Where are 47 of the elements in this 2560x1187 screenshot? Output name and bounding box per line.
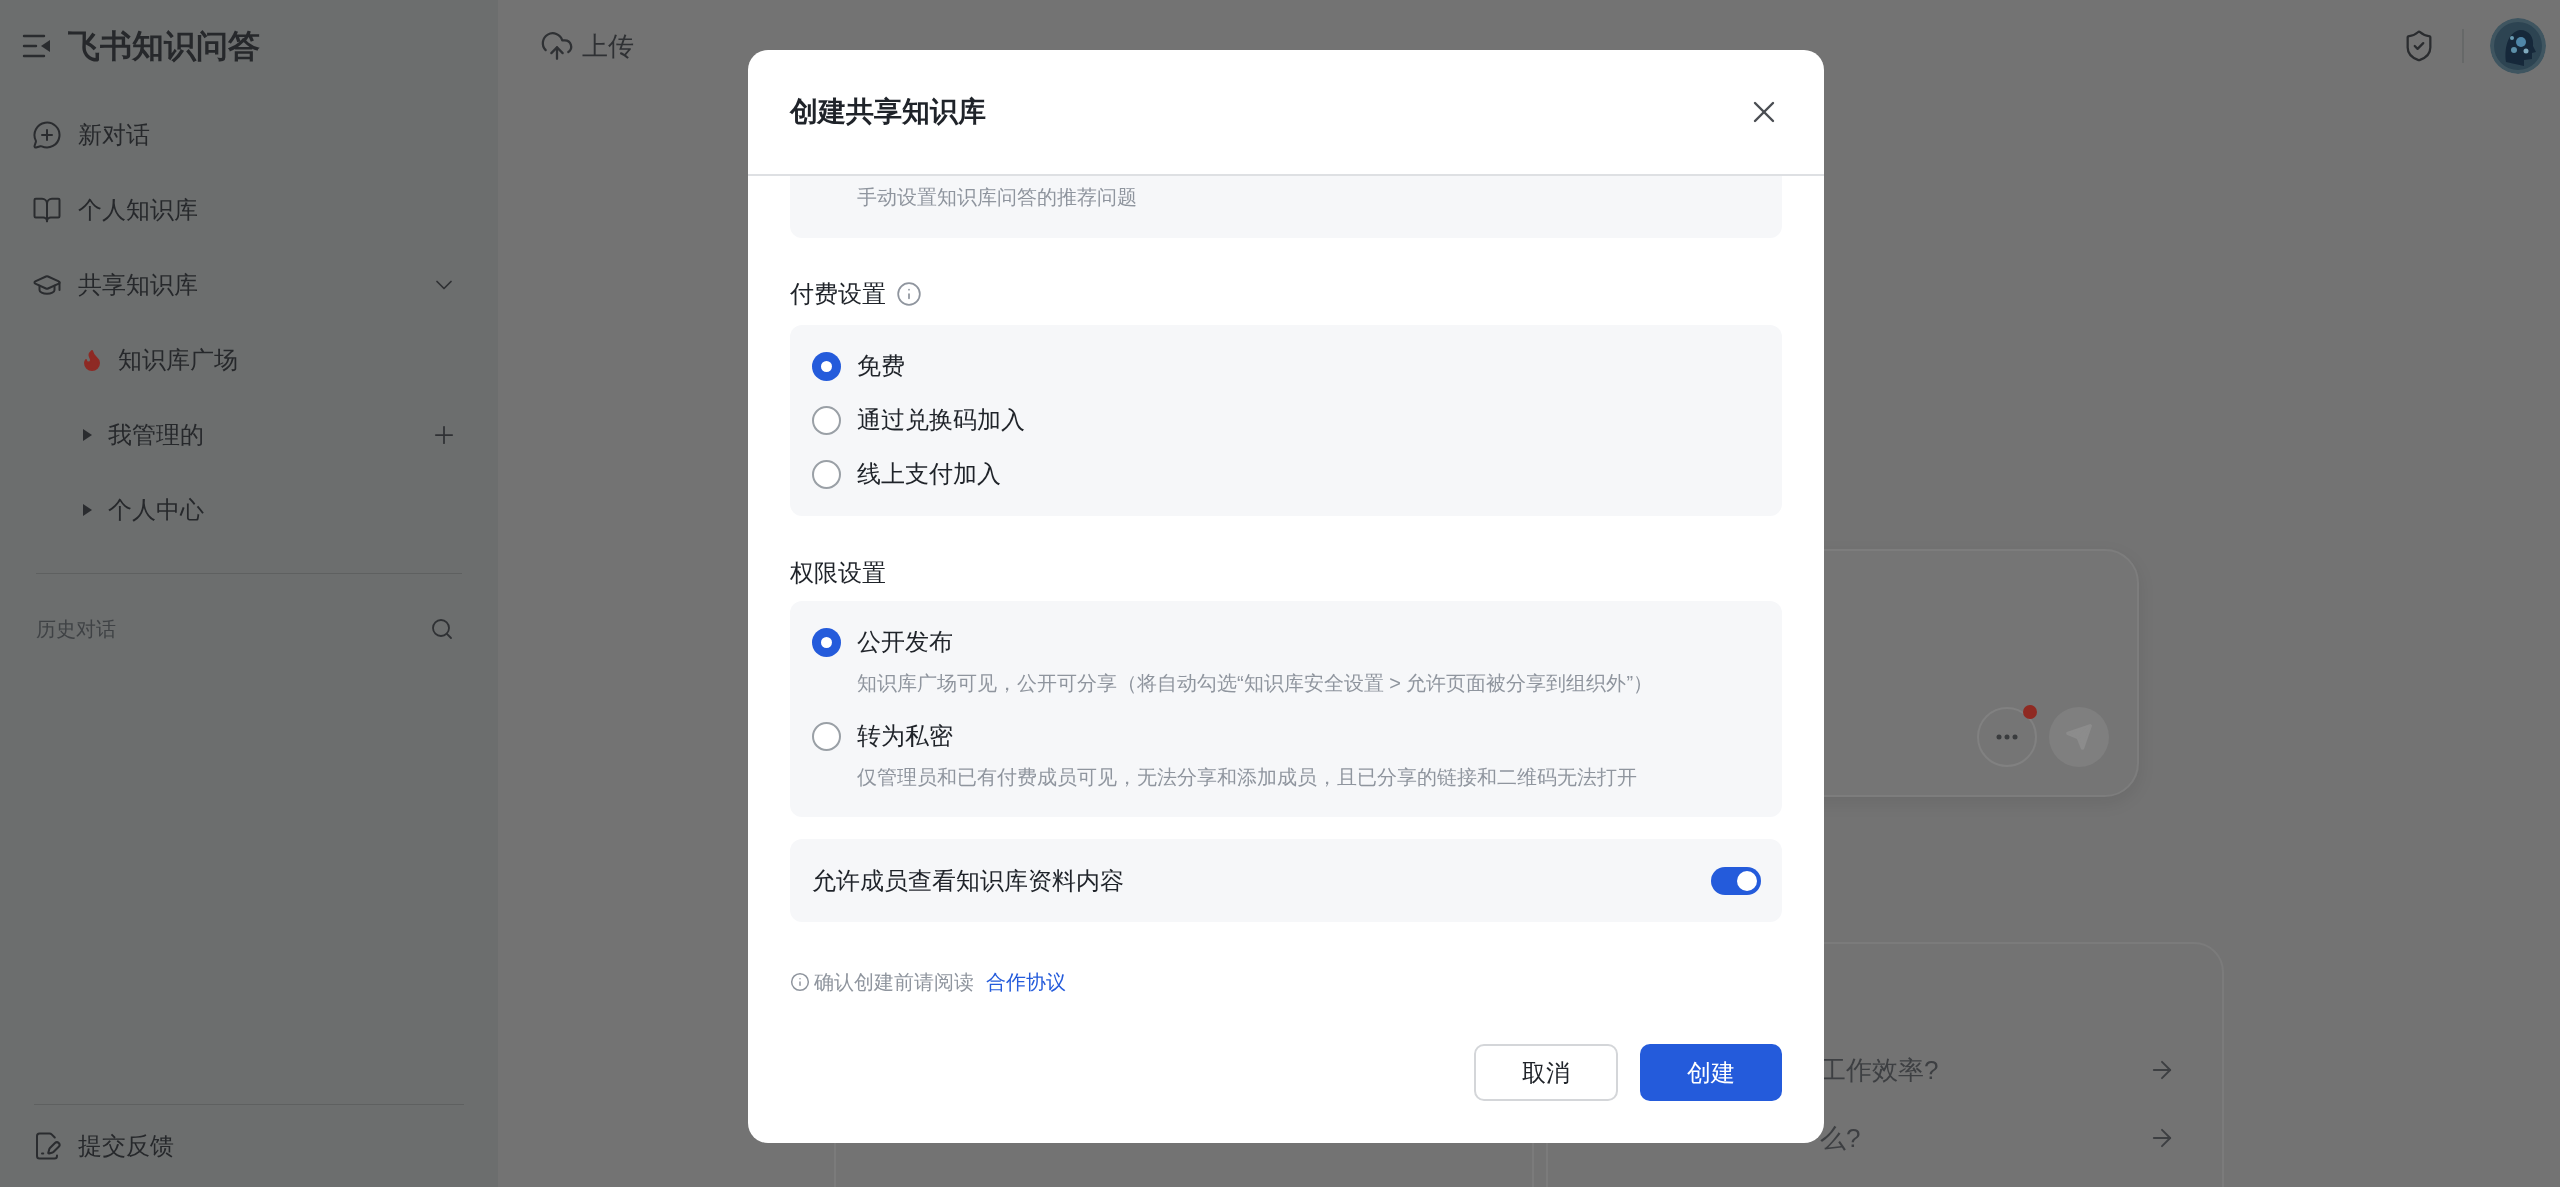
item-label: 我管理的 bbox=[108, 419, 205, 450]
option-label: 转为私密 bbox=[857, 721, 953, 751]
caret-icon bbox=[80, 426, 94, 443]
option-description: 仅管理员和已有付费成员可见，无法分享和添加成员，且已分享的链接和二维码无法打开 bbox=[857, 766, 1637, 788]
info-icon[interactable] bbox=[896, 281, 922, 307]
sidebar-item[interactable]: 新对话 bbox=[0, 97, 498, 172]
toggle-switch[interactable] bbox=[1711, 866, 1761, 895]
upload-button[interactable]: 上传 bbox=[582, 26, 634, 66]
option-description: 知识库广场可见，公开可分享（将自动勾选“知识库安全设置 > 允许页面被分享到组织外”） bbox=[857, 672, 1654, 694]
radio-button[interactable] bbox=[812, 351, 841, 381]
sidebar-item[interactable]: 个人中心 bbox=[0, 472, 498, 547]
setting-label: 允许成员查看知识库资料内容 bbox=[812, 865, 1124, 896]
more-icon bbox=[1996, 734, 2018, 740]
chat-plus-icon bbox=[32, 119, 62, 150]
option-label: 免费 bbox=[857, 351, 905, 381]
app-title: 飞书知识问答 bbox=[68, 27, 260, 66]
option-label: 公开发布 bbox=[857, 627, 953, 657]
item-label: 共享知识库 bbox=[78, 269, 199, 300]
item-label: 提交反馈 bbox=[78, 1131, 174, 1161]
section-title: 付费设置 bbox=[790, 279, 886, 309]
cloud-upload-icon[interactable] bbox=[540, 29, 574, 63]
item-label: 新对话 bbox=[78, 119, 151, 150]
section-description: 手动设置知识库问答的推荐问题 bbox=[857, 186, 1137, 208]
section-title: 权限设置 bbox=[790, 558, 887, 587]
more-button[interactable] bbox=[1977, 707, 2037, 767]
create-button[interactable]: 创建 bbox=[1640, 1044, 1782, 1101]
radio-button[interactable] bbox=[812, 627, 841, 657]
sidebar-item[interactable]: 我管理的 bbox=[0, 397, 498, 472]
cancel-button[interactable]: 取消 bbox=[1474, 1044, 1618, 1101]
radio-button[interactable] bbox=[812, 721, 841, 751]
radio-button[interactable] bbox=[812, 459, 841, 489]
sidebar-item[interactable]: 个人知识库 bbox=[0, 172, 498, 247]
item-label: 个人知识库 bbox=[78, 194, 199, 225]
agreement-link[interactable]: 合作协议 bbox=[986, 967, 1066, 997]
agreement-text: 确认创建前请阅读 bbox=[814, 970, 974, 995]
feedback-item[interactable]: 提交反馈 bbox=[0, 1105, 498, 1187]
item-label: 知识库广场 bbox=[118, 344, 239, 375]
info-icon bbox=[790, 972, 810, 992]
radio-button[interactable] bbox=[812, 405, 841, 435]
search-icon[interactable] bbox=[430, 617, 454, 641]
dialog-title: 创建共享知识库 bbox=[790, 95, 986, 129]
sidebar-item[interactable]: 共享知识库 bbox=[0, 247, 498, 322]
option-label: 线上支付加入 bbox=[857, 459, 1001, 489]
option-label: 通过兑换码加入 bbox=[857, 405, 1025, 435]
sidebar-item[interactable]: 知识库广场 bbox=[0, 322, 498, 397]
caret-icon bbox=[80, 501, 94, 518]
item-label: 个人中心 bbox=[108, 494, 205, 525]
